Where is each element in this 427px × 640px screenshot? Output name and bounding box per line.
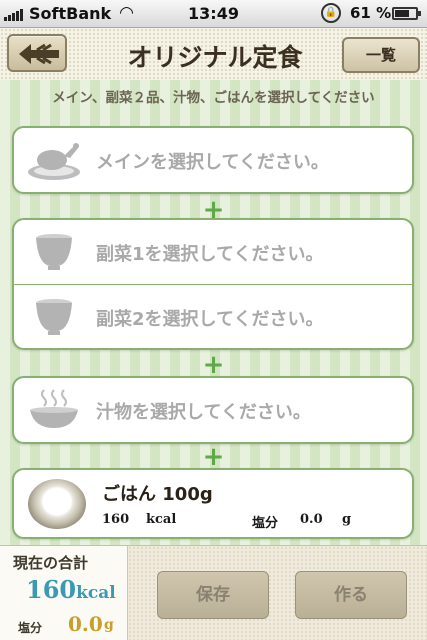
soup-card[interactable]: 汁物を選択してください。 [12, 376, 414, 444]
rice-card[interactable]: ごはん 100g 160 kcal 塩分 0.0 g [12, 468, 414, 539]
side-dish-card: 副菜1を選択してください。 副菜2を選択してください。 [12, 218, 414, 350]
side-dish-2-label: 副菜2を選択してください。 [96, 309, 324, 330]
soup-slot[interactable]: 汁物を選択してください。 [14, 378, 412, 442]
rice-salt-value: 0.0 [300, 512, 323, 527]
soup-label: 汁物を選択してください。 [96, 402, 311, 423]
instruction-text: メイン、副菜２品、汁物、ごはんを選択してください [52, 90, 375, 106]
rice-bowl-image [28, 479, 86, 529]
bottom-bar: 現在の合計 160kcal 塩分 0.0 g 保存 作る [0, 545, 427, 640]
roast-chicken-icon [28, 143, 80, 180]
total-panel: 現在の合計 160kcal 塩分 0.0 g [0, 546, 128, 640]
main-dish-label: メインを選択してください。 [96, 152, 329, 173]
battery-percent: 61 % [350, 4, 392, 22]
side-dish-2-slot[interactable]: 副菜2を選択してください。 [14, 284, 412, 348]
rice-salt-label: 塩分 [252, 516, 279, 531]
total-salt-label: 塩分 [18, 621, 43, 635]
battery-icon [392, 7, 421, 20]
save-button[interactable]: 保存 [157, 571, 269, 619]
side-dish-1-label: 副菜1を選択してください。 [96, 244, 324, 265]
soup-bowl-icon [30, 389, 78, 428]
total-label: 現在の合計 [13, 554, 89, 572]
bowl-icon [36, 299, 72, 335]
main-dish-slot[interactable]: メインを選択してください。 [14, 128, 412, 192]
total-kcal-unit: kcal [76, 583, 116, 603]
total-salt-unit: g [104, 617, 114, 633]
main-dish-card[interactable]: メインを選択してください。 [12, 126, 414, 194]
rice-kcal-unit: kcal [146, 512, 177, 527]
side-dish-1-slot[interactable]: 副菜1を選択してください。 [14, 220, 412, 284]
page-title: オリジナル定食 [127, 43, 303, 72]
plus-icon: + [202, 442, 225, 472]
nav-header: オリジナル定食 一覧 [0, 28, 427, 80]
list-button[interactable]: 一覧 [342, 37, 420, 73]
rotation-lock-icon: 🔒 [321, 3, 341, 23]
rice-kcal-value: 160 [102, 512, 130, 527]
total-salt-value: 0.0 [68, 612, 103, 636]
meal-builder: メイン、副菜２品、汁物、ごはんを選択してください メインを選択してください。 +… [0, 80, 427, 545]
status-bar: SoftBank ◠ 13:49 🔒 61 % [0, 0, 427, 28]
bowl-icon [36, 234, 72, 270]
rice-name: ごはん 100g [102, 484, 213, 505]
total-kcal: 160kcal [26, 575, 116, 604]
make-button[interactable]: 作る [295, 571, 407, 619]
rice-salt-unit: g [342, 512, 352, 527]
plus-icon: + [202, 350, 225, 380]
back-arrow-icon [19, 43, 59, 65]
total-kcal-value: 160 [26, 575, 77, 604]
back-button[interactable] [7, 34, 67, 72]
